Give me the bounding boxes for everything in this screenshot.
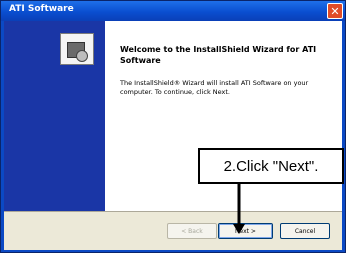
wizard-side-panel xyxy=(4,21,105,211)
cancel-button[interactable]: Cancel xyxy=(280,223,330,239)
wizard-content: Welcome to the InstallShield Wizard for … xyxy=(4,21,342,250)
back-button[interactable]: < Back xyxy=(167,223,217,239)
disc-shape xyxy=(76,50,88,62)
wizard-description: The InstallShield® Wizard will install A… xyxy=(120,79,309,96)
next-button[interactable]: Next > xyxy=(218,223,273,239)
install-package-icon xyxy=(60,33,94,65)
title-bar[interactable]: ATI Software ✕ xyxy=(1,1,345,21)
installer-window: ATI Software ✕ Welcome to the InstallShi… xyxy=(0,0,346,253)
close-icon: ✕ xyxy=(330,4,340,18)
window-title: ATI Software xyxy=(9,4,74,14)
wizard-button-bar: < Back Next > Cancel xyxy=(4,211,342,250)
wizard-heading: Welcome to the InstallShield Wizard for … xyxy=(120,45,317,65)
close-button[interactable]: ✕ xyxy=(327,3,343,19)
instruction-callout: 2.Click "Next". xyxy=(198,148,344,184)
